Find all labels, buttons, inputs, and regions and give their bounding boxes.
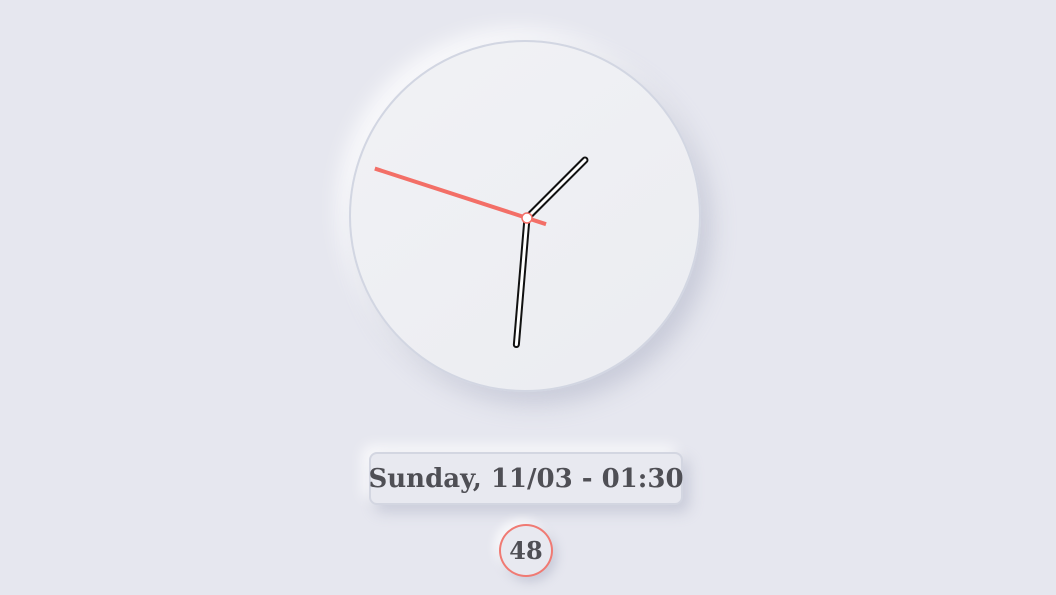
- clock-hands: [374, 156, 589, 349]
- center-pin: [521, 212, 533, 224]
- hour-hand: [523, 156, 589, 222]
- analog-clock-face: [349, 40, 701, 392]
- minute-hand: [512, 214, 531, 349]
- seconds-text: 48: [509, 536, 543, 565]
- seconds-badge: 48: [499, 524, 553, 577]
- second-hand: [374, 166, 547, 227]
- date-time-display: Sunday, 11/03 - 01:30: [368, 452, 684, 505]
- date-time-text: Sunday, 11/03 - 01:30: [368, 463, 684, 494]
